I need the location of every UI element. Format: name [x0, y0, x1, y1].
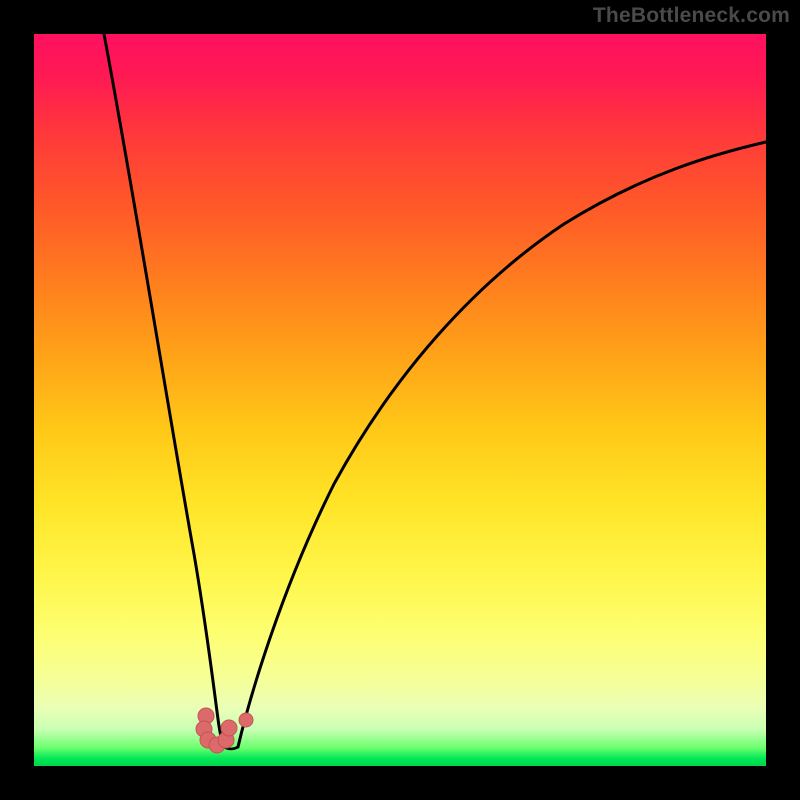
- plot-area: [34, 34, 766, 766]
- chart-frame: TheBottleneck.com: [0, 0, 800, 800]
- curve-layer: [34, 34, 766, 766]
- curve-right-branch: [238, 142, 766, 747]
- watermark-text: TheBottleneck.com: [593, 4, 790, 28]
- curve-left-branch: [104, 34, 224, 747]
- marker-cluster: [196, 708, 253, 753]
